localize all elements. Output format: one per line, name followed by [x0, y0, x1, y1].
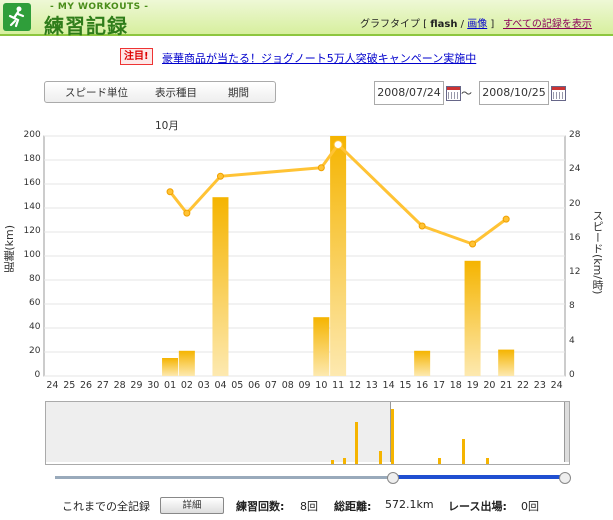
- distance-bar: [313, 317, 330, 376]
- distance-bar: [178, 350, 195, 376]
- overview-bar: [390, 408, 394, 464]
- y-tick-left: 120: [23, 226, 41, 236]
- x-tick: 09: [298, 380, 311, 391]
- y-tick-right: 28: [569, 130, 581, 140]
- x-tick: 02: [180, 380, 193, 391]
- x-tick: 05: [231, 380, 244, 391]
- x-tick: 30: [147, 380, 160, 391]
- x-tick: 17: [432, 380, 446, 391]
- y-tick-left: 140: [23, 202, 41, 212]
- overview-right-handle[interactable]: [564, 402, 569, 462]
- x-tick: 07: [264, 380, 277, 391]
- x-tick: 18: [449, 380, 462, 391]
- distance-bar: [498, 349, 515, 376]
- all-records-label: これまでの全記録: [62, 500, 150, 513]
- y-tick-left: 80: [29, 274, 41, 284]
- range-slider-right-knob[interactable]: [559, 472, 571, 484]
- distance-bar: [330, 136, 347, 376]
- y-tick-right: 24: [569, 164, 581, 175]
- y-tick-right: 4: [569, 335, 575, 346]
- y-tick-right: 0: [569, 370, 575, 380]
- y-tick-left: 20: [29, 346, 41, 356]
- x-tick: 29: [130, 380, 143, 391]
- distance-speed-chart: [43, 135, 566, 377]
- x-tick: 06: [248, 380, 261, 391]
- overview-bar: [485, 458, 489, 464]
- y-tick-right: 20: [569, 198, 581, 209]
- overview-bar: [462, 438, 466, 464]
- x-tick: 01: [164, 380, 177, 391]
- range-slider-left-knob[interactable]: [387, 472, 399, 484]
- speed-point: [469, 240, 477, 248]
- y-tick-left: 160: [23, 178, 41, 188]
- y-tick-right: 16: [569, 232, 581, 243]
- y-tick-left: 200: [23, 130, 41, 140]
- x-tick: 08: [281, 380, 294, 391]
- practice-count-label: 練習回数:: [236, 500, 285, 513]
- practice-count-value: 8回: [300, 500, 318, 513]
- x-tick: 16: [416, 380, 429, 391]
- overview-bar: [438, 458, 442, 464]
- y-tick-left: 60: [29, 298, 41, 308]
- x-tick: 12: [348, 380, 361, 391]
- total-distance-label: 総距離:: [334, 500, 372, 513]
- x-tick: 27: [96, 380, 109, 391]
- distance-bar: [414, 350, 431, 376]
- speed-point: [183, 209, 191, 217]
- x-tick: 24: [46, 380, 59, 391]
- x-tick: 22: [516, 380, 530, 391]
- overview-bar: [355, 422, 359, 464]
- x-tick: 10: [315, 380, 328, 391]
- distance-bar: [464, 260, 481, 376]
- race-count-value: 0回: [521, 500, 539, 513]
- y-tick-right: 12: [569, 267, 581, 278]
- range-slider-selection[interactable]: [392, 475, 565, 479]
- speed-point: [166, 188, 174, 196]
- x-tick: 04: [214, 380, 227, 391]
- y-tick-left: 0: [34, 370, 41, 380]
- x-tick: 24: [550, 380, 563, 391]
- speed-point: [317, 164, 325, 172]
- speed-point: [418, 222, 426, 230]
- overview-unselected-range: [46, 402, 391, 462]
- x-tick: 03: [197, 380, 210, 391]
- x-tick: 14: [382, 380, 395, 391]
- x-tick: 28: [113, 380, 126, 391]
- speed-point: [333, 140, 343, 150]
- overview-bar: [343, 458, 347, 464]
- y-tick-right: 8: [569, 301, 575, 312]
- distance-bar: [212, 197, 229, 376]
- x-tick: 13: [365, 380, 378, 391]
- y-tick-left: 180: [23, 154, 41, 164]
- x-tick: 11: [332, 380, 345, 391]
- detail-button[interactable]: 詳細: [160, 497, 224, 514]
- speed-point: [502, 215, 510, 223]
- race-count-label: レース出場:: [448, 500, 507, 513]
- x-tick: 25: [63, 380, 76, 391]
- total-distance-value: 572.1km: [385, 498, 434, 511]
- x-tick: 19: [466, 380, 479, 391]
- y-tick-left: 100: [23, 250, 41, 260]
- y-tick-left: 40: [29, 322, 41, 332]
- x-tick: 23: [533, 380, 546, 391]
- distance-bar: [162, 358, 179, 376]
- overview-bar: [331, 459, 335, 464]
- speed-point: [216, 172, 224, 180]
- x-tick: 15: [399, 380, 412, 391]
- x-tick: 21: [500, 380, 513, 391]
- x-tick: 20: [483, 380, 496, 391]
- overview-bar: [378, 450, 382, 464]
- overview-panel[interactable]: [45, 401, 570, 465]
- x-tick: 26: [80, 380, 93, 391]
